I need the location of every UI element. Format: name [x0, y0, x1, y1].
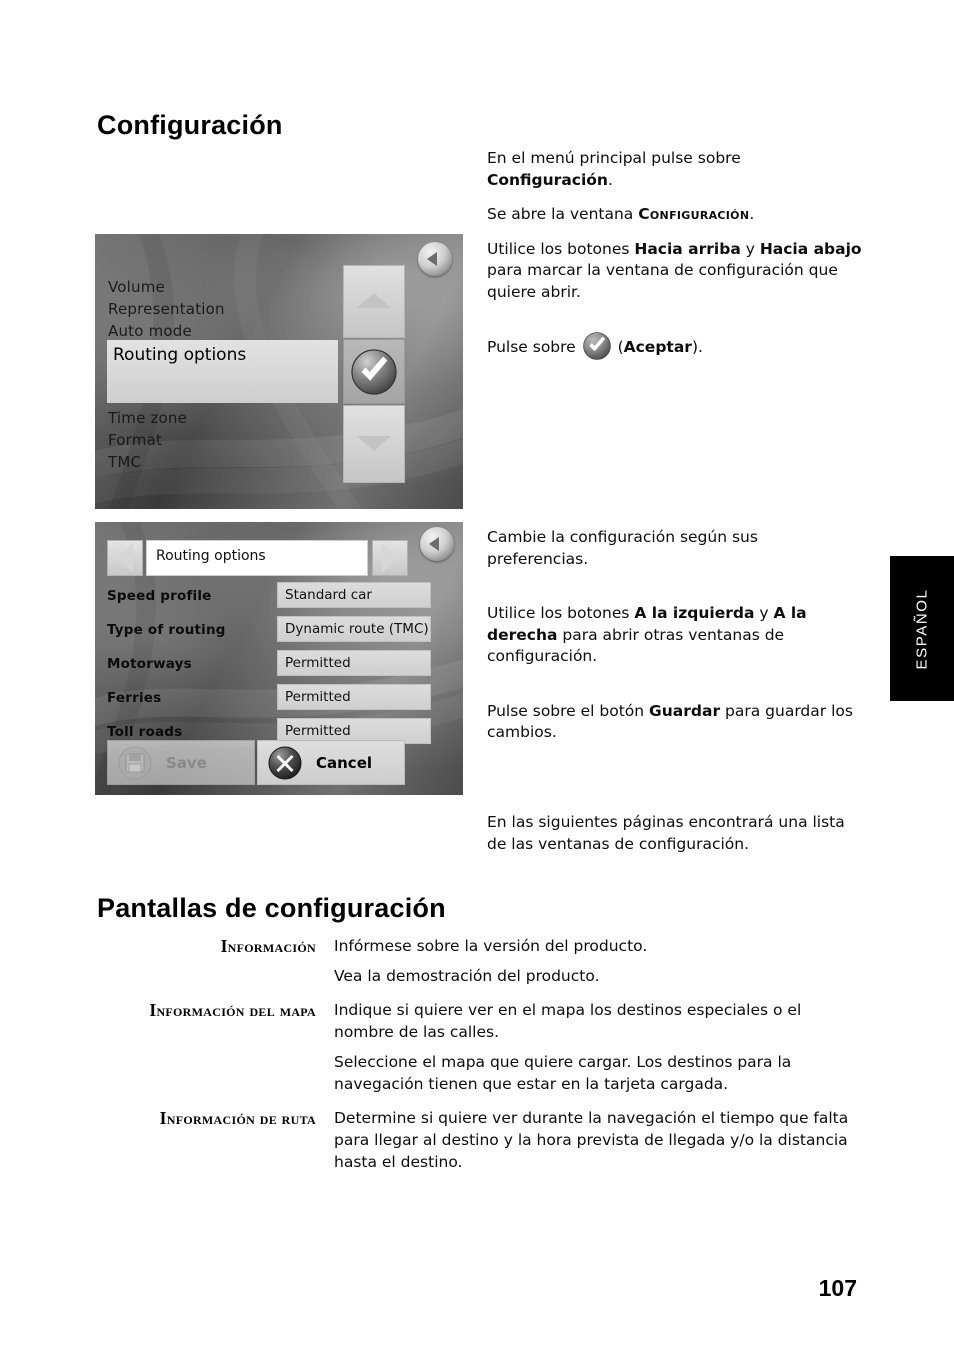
option-label-ferries: Ferries [107, 690, 162, 706]
section-title: Pantallas de configuración [97, 893, 446, 923]
down-button[interactable] [343, 405, 405, 483]
save-disk-icon [118, 746, 152, 780]
instruction-up-down-buttons: Utilice los botones Hacia arriba y Hacia… [487, 239, 862, 301]
instructions-top-block: En el menú principal pulse sobre Configu… [487, 148, 862, 373]
down-arrow-icon [357, 436, 391, 451]
option-value-speed-profile[interactable]: Standard car [277, 582, 431, 608]
definition-paragraph: Indique si quiere ver en el mapa los des… [334, 1001, 802, 1041]
left-arrow-icon [117, 543, 133, 573]
instruction-press-ok: Pulse sobre (Aceptar). [487, 332, 862, 360]
device-screenshot-routing-options: Routing options Speed profile Standard c… [95, 522, 463, 795]
settings-item-format[interactable]: Format [108, 429, 162, 451]
save-button[interactable]: Save [107, 740, 255, 785]
next-screen-button[interactable] [372, 540, 408, 576]
cancel-button-label: Cancel [316, 754, 373, 772]
page-title: Configuración [97, 110, 283, 140]
check-mark-icon [351, 348, 397, 395]
instruction-left-right-buttons: Utilice los botones A la izquierda y A l… [487, 604, 807, 665]
option-label-toll-roads: Toll roads [107, 724, 183, 740]
instructions-bottom-block: En las siguientes páginas encontrará una… [487, 812, 862, 868]
option-label-speed-profile: Speed profile [107, 588, 212, 604]
option-label-type-of-routing: Type of routing [107, 622, 226, 638]
up-arrow-icon [357, 293, 391, 308]
settings-item-routing-options-selected[interactable]: Routing options [107, 340, 338, 403]
settings-item-auto-mode[interactable]: Auto mode [108, 320, 192, 342]
option-label-motorways: Motorways [107, 656, 192, 672]
page-number: 107 [818, 1275, 857, 1301]
previous-screen-button[interactable] [107, 540, 143, 576]
option-value-ferries[interactable]: Permitted [277, 684, 431, 710]
back-arrow-icon[interactable] [418, 242, 452, 276]
device-screenshot-settings-list: Volume Representation Auto mode Routing … [95, 234, 463, 509]
option-value-type-of-routing[interactable]: Dynamic route (TMC) [277, 616, 431, 642]
language-tab-label: ESPAÑOL [913, 588, 931, 669]
definition-term: Información del mapa [149, 1000, 316, 1020]
settings-item-volume[interactable]: Volume [108, 276, 165, 298]
check-mark-icon [582, 332, 611, 360]
definition-paragraph: Infórmese sobre la versión del producto. [334, 937, 648, 955]
definition-description: Determine si quiere ver durante la naveg… [334, 1107, 857, 1173]
cancel-x-icon [268, 746, 302, 780]
settings-item-tmc[interactable]: TMC [108, 451, 141, 473]
definition-row-informacion-de-ruta: Información de ruta Determine si quiere … [97, 1107, 857, 1173]
cancel-button[interactable]: Cancel [257, 740, 405, 785]
instructions-middle-block: Cambie la configuración según sus prefer… [487, 527, 862, 757]
instruction-open-settings: En el menú principal pulse sobre Configu… [487, 149, 741, 189]
instruction-window-opens: Se abre la ventana Configuración. [487, 205, 755, 223]
definition-description: Infórmese sobre la versión del producto.… [334, 935, 857, 987]
definition-row-informacion-del-mapa: Información del mapa Indique si quiere v… [97, 999, 857, 1095]
instruction-change-settings: Cambie la configuración según sus prefer… [487, 528, 758, 568]
instruction-following-pages: En las siguientes páginas encontrará una… [487, 813, 845, 853]
settings-item-representation[interactable]: Representation [108, 298, 225, 320]
ok-button[interactable] [343, 339, 405, 404]
option-value-motorways[interactable]: Permitted [277, 650, 431, 676]
definition-paragraph: Seleccione el mapa que quiere cargar. Lo… [334, 1053, 792, 1093]
definition-term: Información de ruta [159, 1108, 316, 1128]
settings-screens-list: Información Infórmese sobre la versión d… [97, 935, 857, 1185]
definition-description: Indique si quiere ver en el mapa los des… [334, 999, 857, 1095]
language-side-tab: ESPAÑOL [890, 556, 954, 701]
definition-row-informacion: Información Infórmese sobre la versión d… [97, 935, 857, 987]
definition-paragraph: Determine si quiere ver durante la naveg… [334, 1109, 849, 1171]
settings-item-time-zone[interactable]: Time zone [108, 407, 187, 429]
right-arrow-icon [382, 543, 398, 573]
back-arrow-icon[interactable] [420, 527, 454, 561]
instruction-press-save: Pulse sobre el botón Guardar para guarda… [487, 701, 853, 742]
definition-term: Información [220, 936, 316, 956]
screen-title-field: Routing options [146, 540, 368, 576]
definition-paragraph: Vea la demostración del producto. [334, 967, 600, 985]
save-button-label: Save [166, 754, 207, 772]
up-button[interactable] [343, 265, 405, 338]
